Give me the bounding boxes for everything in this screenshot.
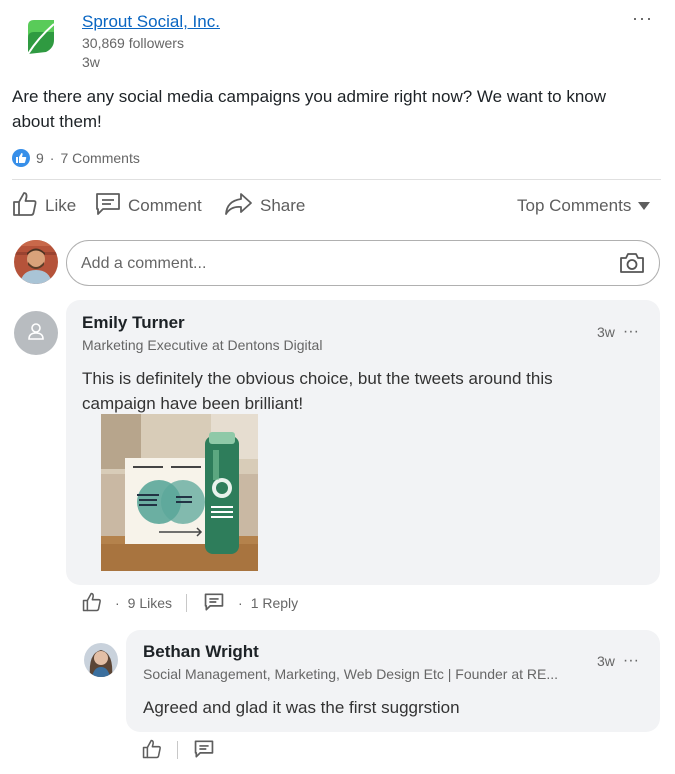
post-text: Are there any social media campaigns you… (12, 87, 607, 131)
sprout-logo-icon[interactable] (24, 18, 58, 58)
commenter-avatar[interactable] (14, 311, 58, 355)
like-badge-icon (12, 149, 30, 167)
comment-author[interactable]: Emily Turner (82, 313, 185, 333)
reply-author-headline: Social Management, Marketing, Web Design… (143, 666, 559, 682)
like-icon[interactable] (142, 739, 162, 762)
comment-likes-count[interactable]: 9 Likes (128, 595, 172, 611)
like-label: Like (45, 196, 77, 215)
share-button[interactable]: Share (223, 192, 305, 220)
reply-more-icon[interactable]: ··· (623, 652, 639, 670)
comment-author-headline: Marketing Executive at Dentons Digital (82, 337, 323, 353)
reply-time: 3w (597, 653, 615, 669)
comments-count-link[interactable]: 7 Comments (60, 150, 139, 166)
comment-button[interactable]: Comment (95, 192, 202, 220)
replies-count-link[interactable]: 1 Reply (251, 595, 298, 611)
separator-dot: · (49, 150, 55, 166)
share-label: Share (260, 196, 306, 215)
reply-author[interactable]: Bethan Wright (143, 642, 259, 662)
comment-input[interactable] (79, 251, 603, 277)
social-counts: 9 · 7 Comments (12, 149, 140, 167)
comment-input-box[interactable] (66, 240, 660, 286)
reply-actions (142, 739, 214, 761)
reply-meta: 3w ··· (597, 652, 639, 670)
post-more-icon[interactable]: ··· (632, 8, 653, 29)
current-user-avatar[interactable] (14, 240, 58, 284)
caret-down-icon (637, 196, 651, 216)
separator-dot: · (115, 595, 120, 611)
follower-count: 30,869 followers (82, 35, 184, 51)
comment-image[interactable] (101, 414, 258, 571)
comment-label: Comment (128, 196, 202, 215)
divider (12, 179, 661, 180)
post-age: 3w (82, 54, 100, 70)
comment-icon (95, 191, 121, 222)
comment-text: This is definitely the obvious choice, b… (82, 369, 553, 413)
reply-text: Agreed and glad it was the first suggrst… (143, 698, 460, 717)
divider (186, 594, 188, 612)
sort-comments-dropdown[interactable]: Top Comments (517, 192, 651, 220)
divider (177, 741, 178, 759)
camera-icon[interactable] (619, 252, 645, 279)
sort-label: Top Comments (517, 196, 632, 215)
like-button[interactable]: Like (12, 191, 77, 222)
company-name-link[interactable]: Sprout Social, Inc. (82, 12, 220, 32)
comment-meta: 3w ··· (597, 323, 639, 341)
share-icon (223, 191, 253, 222)
comment-time: 3w (597, 324, 615, 340)
like-icon[interactable] (82, 592, 102, 615)
separator-dot: · (238, 595, 243, 611)
like-icon (12, 191, 38, 222)
likes-count[interactable]: 9 (36, 150, 44, 166)
comment-actions: · 9 Likes · 1 Reply (82, 592, 298, 614)
comment-more-icon[interactable]: ··· (623, 323, 639, 341)
reply-icon[interactable] (194, 739, 214, 762)
person-icon (26, 321, 46, 346)
reply-icon[interactable] (204, 592, 224, 615)
reply-author-avatar[interactable] (84, 643, 118, 677)
